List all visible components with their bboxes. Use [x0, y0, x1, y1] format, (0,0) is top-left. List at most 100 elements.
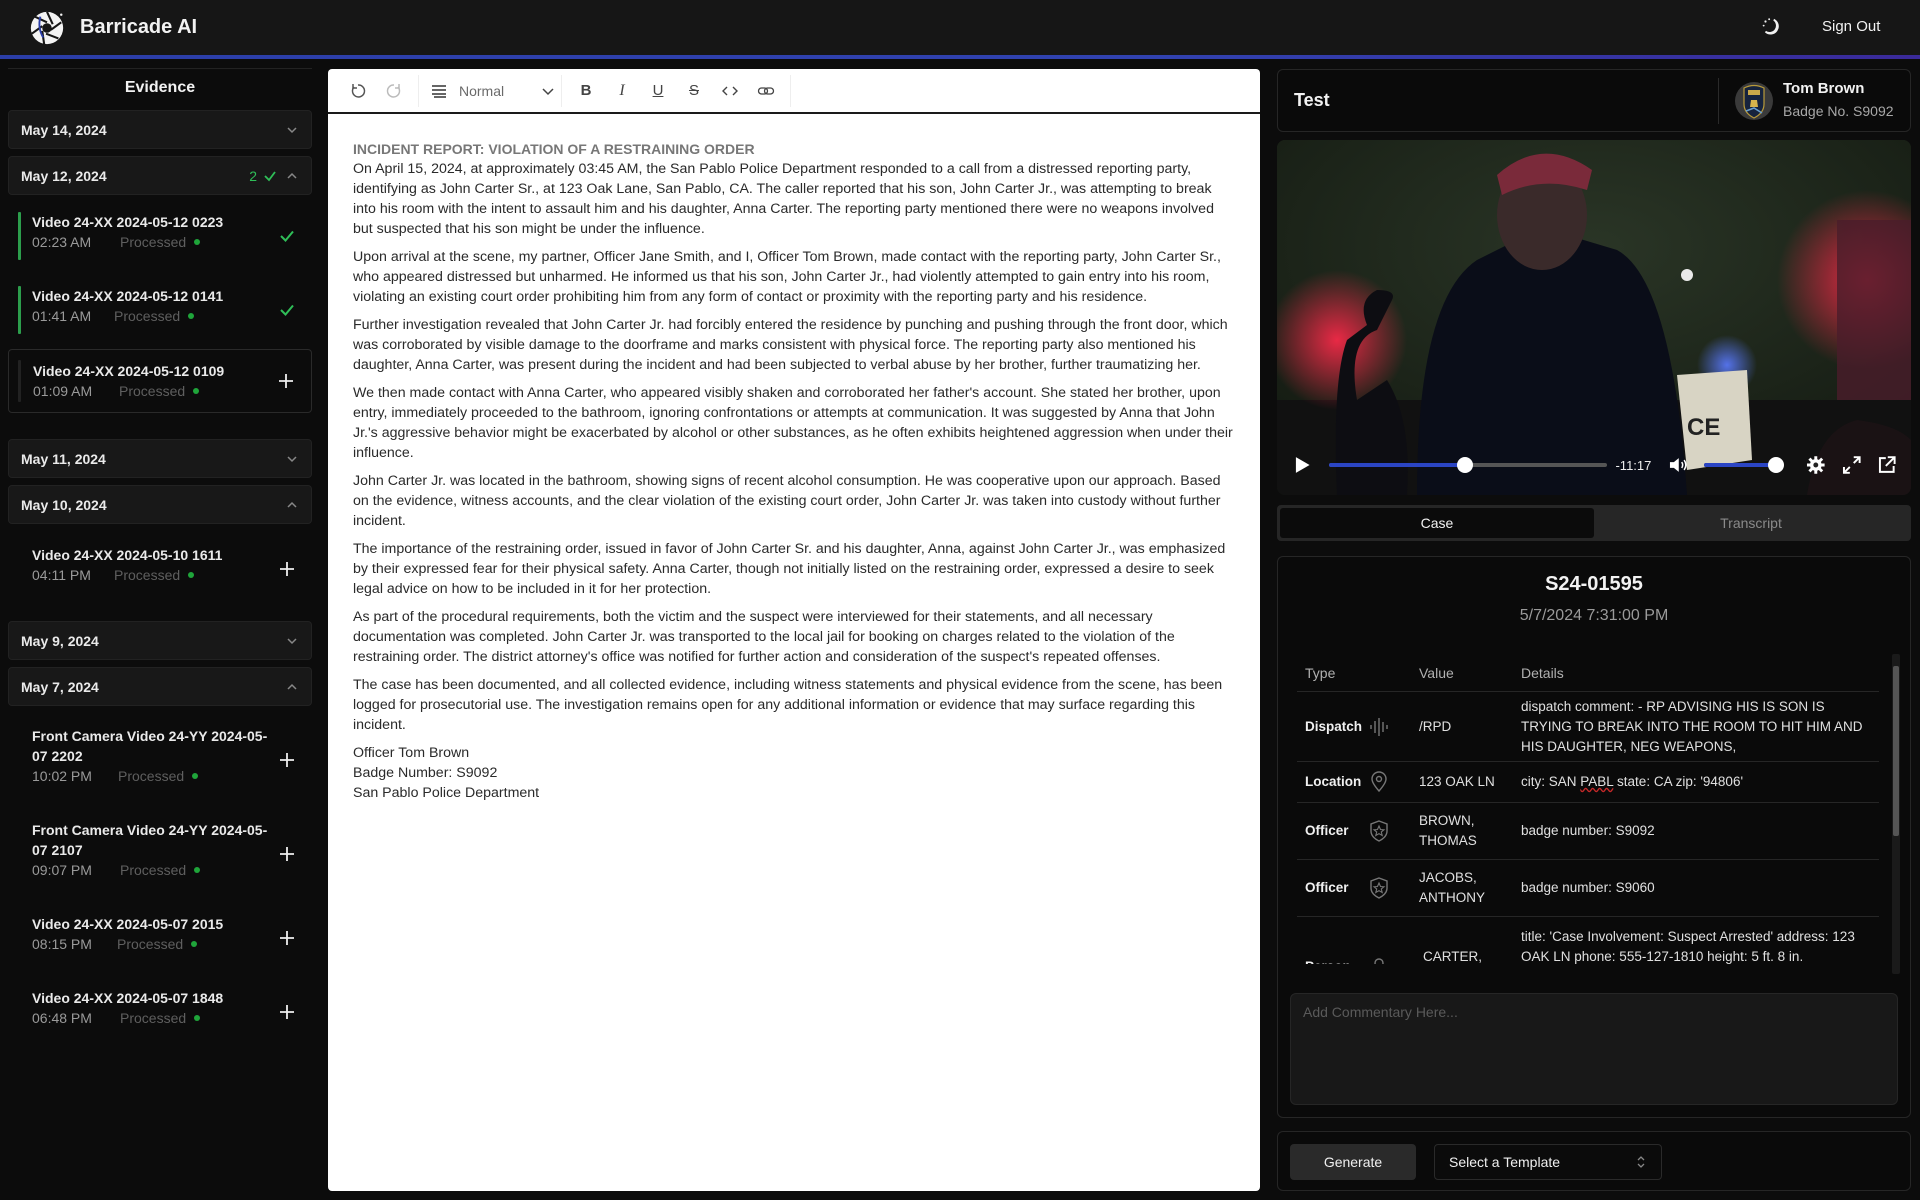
check-icon[interactable] [278, 301, 296, 319]
table-row[interactable]: Location 123 OAK LN city: SAN PABL state… [1297, 762, 1879, 803]
undo-button[interactable] [340, 75, 376, 107]
toolbar-divider [790, 74, 791, 107]
selected-indicator [18, 286, 21, 334]
status-dot [188, 313, 195, 319]
plus-icon[interactable] [278, 1003, 296, 1021]
evidence-title: Video 24-XX 2024-05-07 2015 [32, 916, 224, 932]
redo-button[interactable] [376, 75, 412, 107]
scrollbar-thumb[interactable] [1893, 666, 1899, 836]
template-select[interactable]: Select a Template [1434, 1144, 1662, 1180]
evidence-item[interactable]: Video 24-XX 2024-05-12 0223 02:23 AM Proc… [16, 212, 312, 260]
table-row[interactable]: Officer JACOBS, ANTHONY badge number: S9… [1297, 860, 1879, 917]
chevron-up-down-icon [1637, 1156, 1645, 1168]
evidence-item[interactable]: Front Camera Video 24-YY 2024-05-07 2202… [16, 726, 312, 794]
status-dot [188, 572, 195, 578]
evidence-time: 08:15 PM [32, 936, 92, 952]
case-datetime: 5/7/2024 7:31:00 PM [1519, 607, 1669, 624]
row-type: Officer [1305, 880, 1349, 895]
table-row[interactable]: Officer BROWN, THOMAS badge number: S909… [1297, 803, 1879, 860]
date-group-may-9[interactable]: May 9, 2024 [8, 621, 312, 660]
table-row[interactable]: Person CARTER, title: 'Case Involvement:… [1297, 917, 1879, 964]
evidence-item[interactable]: Video 24-XX 2024-05-12 0141 01:41 AM Proc… [16, 286, 312, 334]
external-link-icon[interactable] [1877, 455, 1897, 475]
table-row[interactable]: Dispatch /RPD dispatch comment: - RP ADV… [1297, 692, 1879, 762]
template-select-label: Select a Template [1449, 1154, 1561, 1170]
volume-slider[interactable] [1704, 457, 1785, 473]
generate-button[interactable]: Generate [1290, 1144, 1416, 1180]
row-value: JACOBS, ANTHONY [1419, 870, 1486, 905]
evidence-item[interactable]: Video 24-XX 2024-05-07 2015 08:15 PM Proc… [16, 914, 312, 962]
plus-icon[interactable] [278, 751, 296, 769]
strikethrough-button[interactable]: S [676, 75, 712, 107]
video-player[interactable]: CE -11:17 [1277, 140, 1911, 495]
redo-icon [386, 83, 401, 98]
evidence-status: Processed [118, 768, 185, 784]
row-value: CARTER, [1423, 949, 1483, 964]
evidence-item[interactable]: Video 24-XX 2024-05-10 1611 04:11 PM Proc… [16, 545, 312, 593]
volume-handle[interactable] [1768, 457, 1785, 473]
signature-line: Badge Number: S9092 [353, 765, 498, 781]
link-button[interactable] [748, 75, 784, 107]
evidence-item[interactable]: Video 24-XX 2024-05-12 0109 01:09 AM Proc… [8, 349, 312, 413]
tab-transcript[interactable]: Transcript [1594, 508, 1908, 538]
check-icon[interactable] [278, 227, 296, 245]
chevron-up-icon [287, 172, 297, 179]
date-group-may-10[interactable]: May 10, 2024 [8, 485, 312, 524]
moon-theme-icon[interactable] [1760, 16, 1782, 38]
chevron-down-icon [287, 126, 297, 133]
date-group-may-11[interactable]: May 11, 2024 [8, 439, 312, 478]
evidence-time: 10:02 PM [32, 768, 92, 784]
commentary-input[interactable] [1290, 993, 1898, 1105]
row-details: city: SAN PABL state: CA zip: '94806' [1521, 772, 1879, 792]
case-header: Test Tom Brown Badge No. S9092 [1277, 69, 1911, 132]
sign-out-button[interactable]: Sign Out [1822, 18, 1880, 35]
date-group-may-7[interactable]: May 7, 2024 [8, 667, 312, 706]
underline-button[interactable]: U [640, 75, 676, 107]
evidence-status: Processed [114, 567, 181, 583]
editor-toolbar: Normal B I U S [328, 69, 1260, 114]
seek-handle[interactable] [1457, 457, 1474, 473]
row-type: Officer [1305, 823, 1349, 838]
italic-button[interactable]: I [604, 75, 640, 107]
report-document[interactable]: INCIDENT REPORT: VIOLATION OF A RESTRAIN… [328, 114, 1260, 803]
date-group-may-12[interactable]: May 12, 2024 2 [8, 156, 312, 195]
fullscreen-icon[interactable] [1842, 455, 1862, 475]
code-button[interactable] [712, 75, 748, 107]
settings-gear-icon[interactable] [1806, 455, 1826, 475]
bold-icon: B [580, 82, 592, 99]
volume-icon[interactable] [1668, 455, 1690, 475]
date-group-label: May 7, 2024 [21, 678, 99, 695]
row-details: badge number: S9060 [1521, 880, 1655, 895]
signature-line: San Pablo Police Department [353, 785, 540, 801]
play-icon[interactable] [1291, 454, 1313, 476]
plus-icon[interactable] [278, 560, 296, 578]
report-paragraph: Further investigation revealed that John… [353, 317, 1228, 373]
plus-icon[interactable] [278, 845, 296, 863]
brand-name: Barricade AI [80, 16, 198, 38]
block-type-dropdown[interactable]: Normal [425, 75, 555, 107]
row-details: dispatch comment: - RP ADVISING HIS IS S… [1521, 698, 1863, 754]
case-transcript-tabs: Case Transcript [1277, 505, 1911, 541]
bold-button[interactable]: B [568, 75, 604, 107]
report-paragraph: On April 15, 2024, at approximately 03:4… [353, 161, 1214, 237]
report-paragraph: The case has been documented, and all co… [353, 677, 1223, 733]
plus-icon[interactable] [277, 372, 295, 390]
evidence-status: Processed [120, 1010, 187, 1026]
date-group-may-14[interactable]: May 14, 2024 [8, 110, 312, 149]
underline-icon: U [652, 82, 664, 99]
toolbar-divider [418, 74, 419, 107]
seek-progress [1328, 463, 1466, 467]
table-scrollbar[interactable] [1892, 654, 1900, 974]
plus-icon[interactable] [278, 929, 296, 947]
seek-slider[interactable] [1328, 457, 1608, 473]
paragraph-icon [432, 84, 446, 98]
row-details: badge number: S9092 [1521, 823, 1655, 838]
evidence-item[interactable]: Front Camera Video 24-YY 2024-05-07 2107… [16, 820, 312, 888]
evidence-item[interactable]: Video 24-XX 2024-05-07 1848 06:48 PM Proc… [16, 988, 312, 1036]
case-number: S24-01595 [1545, 573, 1643, 595]
tab-case[interactable]: Case [1280, 508, 1594, 538]
divider [8, 68, 312, 69]
row-details: title: 'Case Involvement: Suspect Arrest… [1521, 929, 1855, 964]
check-icon [264, 170, 276, 181]
badge-star-icon [1370, 820, 1388, 842]
